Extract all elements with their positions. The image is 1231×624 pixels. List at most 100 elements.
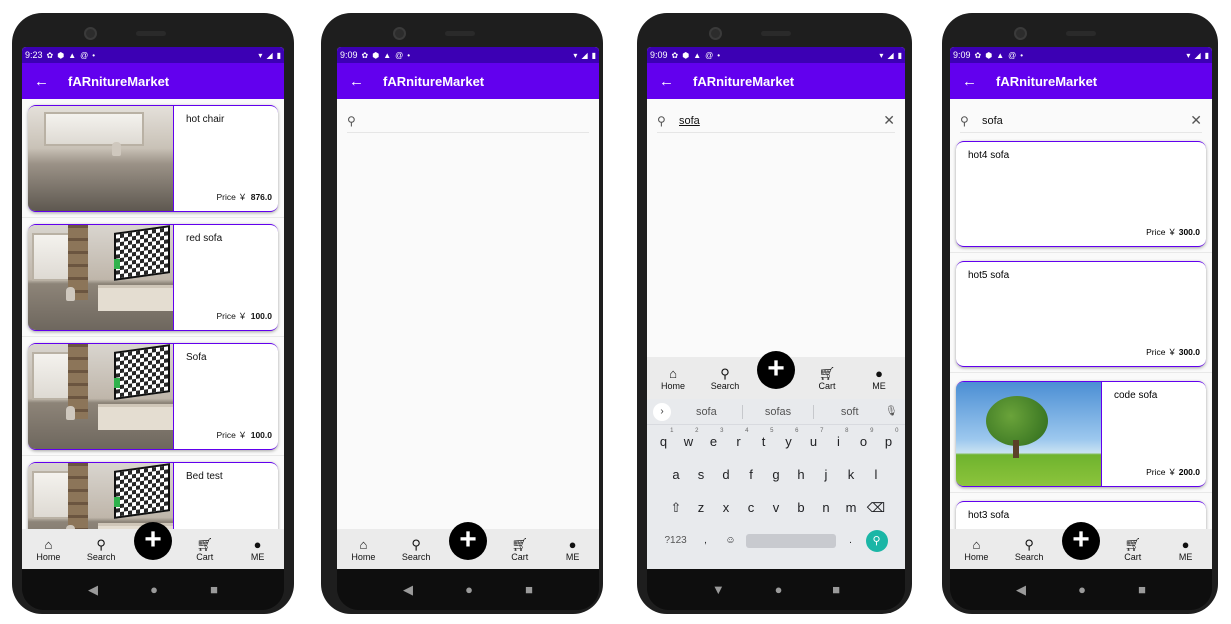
suggestion-item[interactable]: soft xyxy=(814,406,885,418)
search-screen-typing: 9:09 ✿ ⬢ ▲ @ • ▾ ◢ ▮ ← fARnitureMarket ⚲ sofa ✕… xyxy=(647,47,905,569)
home-icon: ⌂ xyxy=(669,365,677,381)
key-x[interactable]: x xyxy=(716,500,736,515)
phone-frame-1: 9:23 ✿ ⬢ ▲ @ • ▾ ◢ ▮ ← fARnitureMarket hot chai… xyxy=(12,13,294,614)
result-card[interactable]: hot5 sofa Price ￥ 300.0 xyxy=(956,261,1206,367)
key-k[interactable]: k xyxy=(841,467,861,482)
recents-square-icon[interactable]: ■ xyxy=(525,582,533,597)
back-triangle-icon[interactable]: ◀ xyxy=(88,582,98,598)
key-d[interactable]: d xyxy=(716,467,736,482)
nav-cart[interactable]: 🛒︎ Cart xyxy=(807,366,847,391)
nav-search[interactable]: ⚲ Search xyxy=(396,537,436,562)
clear-search-icon[interactable]: ✕ xyxy=(1190,112,1202,129)
key-z[interactable]: z xyxy=(691,500,711,515)
nav-me[interactable]: ● ME xyxy=(238,537,278,562)
add-fab-button[interactable]: + xyxy=(1061,522,1100,560)
nav-search[interactable]: ⚲ Search xyxy=(1009,537,1049,562)
result-card[interactable]: hot4 sofa Price ￥ 300.0 xyxy=(956,141,1206,247)
product-name: red sofa xyxy=(186,233,223,244)
home-circle-icon[interactable]: ● xyxy=(1078,582,1086,597)
key-s[interactable]: s xyxy=(691,467,711,482)
back-arrow-icon[interactable]: ← xyxy=(659,73,693,90)
key-u[interactable]: u7 xyxy=(804,428,824,449)
key-y[interactable]: y6 xyxy=(779,428,798,449)
nav-me[interactable]: ● ME xyxy=(859,366,899,391)
key-i[interactable]: i8 xyxy=(829,428,848,449)
home-circle-icon[interactable]: ● xyxy=(150,582,158,597)
earpiece xyxy=(761,31,791,36)
key-q[interactable]: q1 xyxy=(654,428,674,449)
search-action-key[interactable]: ⚲ xyxy=(865,529,888,552)
search-field[interactable]: ⚲ xyxy=(347,109,589,133)
recents-square-icon[interactable]: ■ xyxy=(832,582,840,597)
nav-cart[interactable]: 🛒︎ Cart xyxy=(1113,537,1153,562)
key-a[interactable]: a xyxy=(666,467,686,482)
back-arrow-icon[interactable]: ← xyxy=(349,73,383,90)
comma-key[interactable]: , xyxy=(696,535,716,546)
bottom-nav: ⌂ Home ⚲ Search + 🛒︎ Cart ● ME xyxy=(647,351,905,399)
add-fab-button[interactable]: + xyxy=(757,351,795,389)
key-b[interactable]: b xyxy=(791,500,811,515)
nav-search[interactable]: ⚲ Search xyxy=(705,366,745,391)
person-icon: ● xyxy=(568,536,577,552)
add-fab-button[interactable]: + xyxy=(133,522,172,560)
shift-icon[interactable]: ⇧ xyxy=(666,500,686,516)
back-triangle-icon[interactable]: ◀ xyxy=(403,582,413,598)
product-card[interactable]: hot chair Price ￥ 876.0 xyxy=(28,105,278,212)
nav-cart[interactable]: 🛒︎ Cart xyxy=(500,537,540,562)
chevron-right-icon[interactable]: › xyxy=(653,402,671,421)
nav-search[interactable]: ⚲ Search xyxy=(81,537,121,562)
key-c[interactable]: c xyxy=(741,500,761,515)
nav-home[interactable]: ⌂ Home xyxy=(28,537,68,562)
key-j[interactable]: j xyxy=(816,467,836,482)
key-f[interactable]: f xyxy=(741,467,761,482)
backspace-icon[interactable]: ⌫ xyxy=(866,500,886,516)
key-g[interactable]: g xyxy=(766,467,786,482)
search-input[interactable]: sofa xyxy=(679,115,883,127)
key-n[interactable]: n xyxy=(816,500,836,515)
back-arrow-icon[interactable]: ← xyxy=(962,73,996,90)
symbols-key[interactable]: ?123 xyxy=(665,535,691,546)
search-input[interactable]: sofa xyxy=(982,115,1190,127)
hide-keyboard-icon[interactable]: ▼ xyxy=(712,582,725,597)
nav-me[interactable]: ● ME xyxy=(553,537,593,562)
settings-status-icon: ✿ xyxy=(361,50,369,60)
home-circle-icon[interactable]: ● xyxy=(465,582,473,597)
person-icon: ● xyxy=(253,536,262,552)
key-m[interactable]: m xyxy=(841,500,861,515)
product-card[interactable]: Sofa Price ￥ 100.0 xyxy=(28,343,278,450)
space-key[interactable] xyxy=(745,533,836,548)
key-l[interactable]: l xyxy=(866,467,886,482)
home-circle-icon[interactable]: ● xyxy=(775,582,783,597)
at-status-icon: @ xyxy=(395,50,404,60)
add-fab-button[interactable]: + xyxy=(448,522,487,560)
search-field[interactable]: ⚲ sofa ✕ xyxy=(657,109,895,133)
nav-me[interactable]: ● ME xyxy=(1166,537,1206,562)
search-field[interactable]: ⚲ sofa ✕ xyxy=(960,109,1202,133)
key-t[interactable]: t5 xyxy=(754,428,774,449)
clear-search-icon[interactable]: ✕ xyxy=(883,112,895,129)
key-o[interactable]: o9 xyxy=(854,428,874,449)
result-card[interactable]: code sofa Price ￥ 200.0 xyxy=(956,381,1206,487)
nav-home[interactable]: ⌂ Home xyxy=(653,366,693,391)
key-r[interactable]: r4 xyxy=(729,428,748,449)
product-card[interactable]: red sofa Price ￥ 100.0 xyxy=(28,224,278,331)
key-p[interactable]: p0 xyxy=(879,428,899,449)
key-w[interactable]: w2 xyxy=(679,428,699,449)
key-e[interactable]: e3 xyxy=(704,428,724,449)
nav-home[interactable]: ⌂ Home xyxy=(956,537,996,562)
recents-square-icon[interactable]: ■ xyxy=(1138,582,1146,597)
emoji-icon[interactable]: ☺ xyxy=(721,535,741,546)
search-icon: ⚲ xyxy=(1024,536,1034,552)
back-triangle-icon[interactable]: ◀ xyxy=(1016,582,1026,598)
period-key[interactable]: . xyxy=(841,535,861,546)
nav-cart[interactable]: 🛒︎ Cart xyxy=(185,537,225,562)
mic-icon[interactable]: 🎙︎ xyxy=(885,406,905,417)
nav-home[interactable]: ⌂ Home xyxy=(343,537,383,562)
key-h[interactable]: h xyxy=(791,467,811,482)
back-arrow-icon[interactable]: ← xyxy=(34,73,68,90)
suggestion-item[interactable]: sofa xyxy=(671,406,742,418)
alert-status-icon: ▲ xyxy=(383,50,392,60)
suggestion-item[interactable]: sofas xyxy=(743,406,814,418)
key-v[interactable]: v xyxy=(766,500,786,515)
recents-square-icon[interactable]: ■ xyxy=(210,582,218,597)
